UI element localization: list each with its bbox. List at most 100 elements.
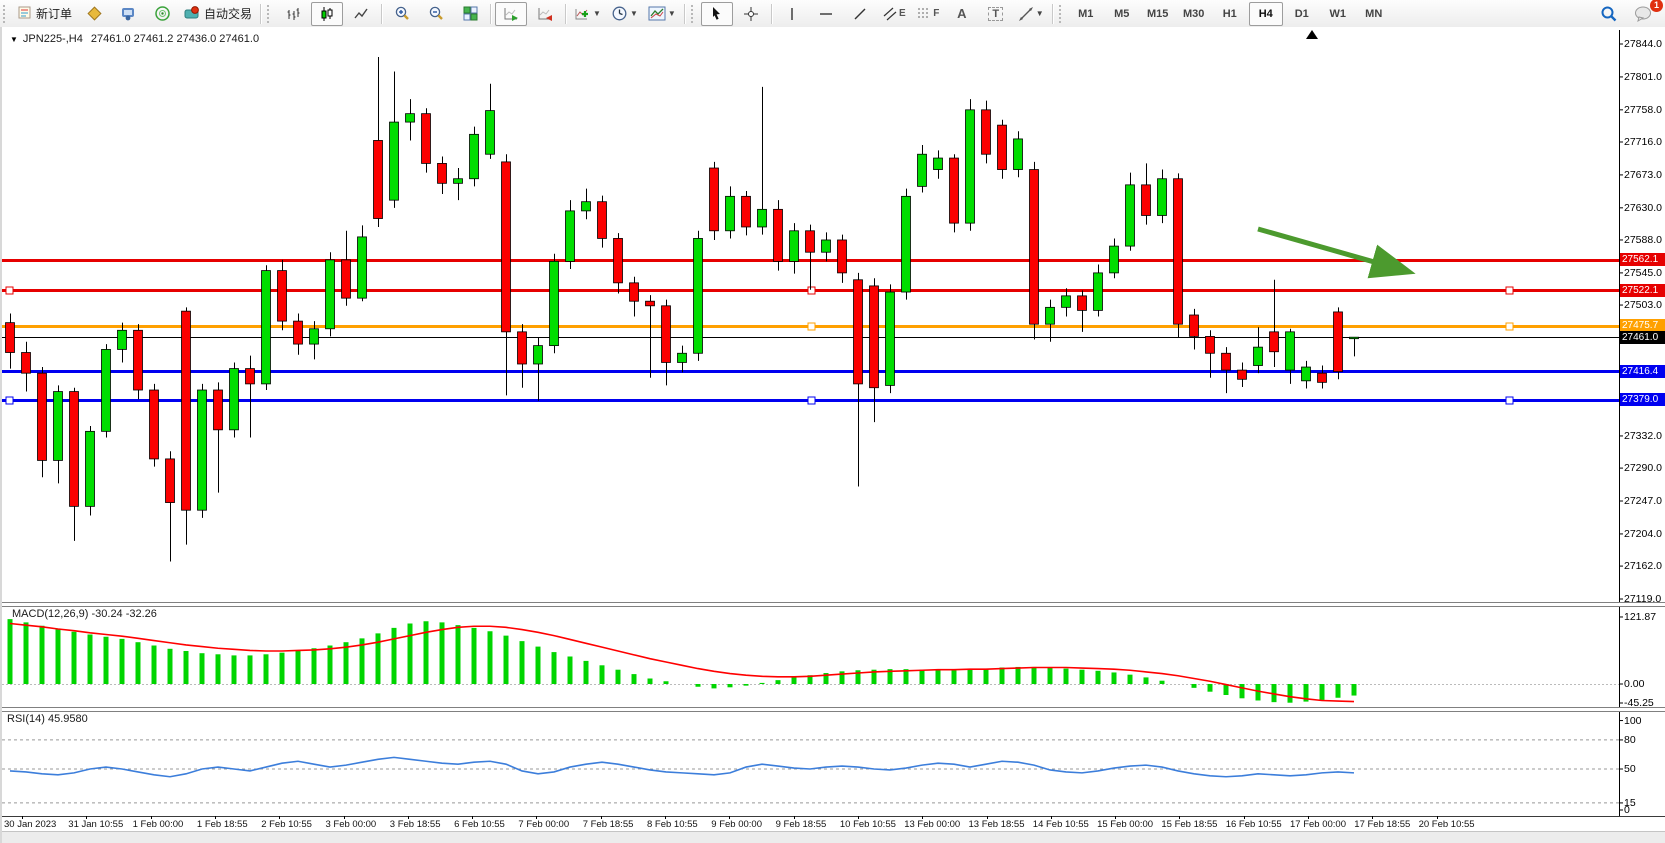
channel-icon [882, 6, 899, 22]
time-axis-label: 16 Feb 10:55 [1226, 819, 1282, 830]
timeframe-button-m5[interactable]: M5 [1105, 2, 1139, 26]
equidistant-channel-button[interactable]: E [878, 2, 910, 26]
time-axis-label: 7 Feb 00:00 [518, 819, 569, 830]
candle [1350, 337, 1359, 356]
price-axis-tick: 27503.0 [1624, 299, 1662, 311]
time-axis-tick [1115, 816, 1116, 819]
candle [774, 200, 783, 270]
line-handle[interactable] [6, 397, 13, 404]
candle [326, 252, 335, 336]
candle [470, 127, 479, 187]
timeframe-button-h4[interactable]: H4 [1249, 2, 1283, 26]
notifications-button[interactable]: 1 [1627, 2, 1659, 26]
line-handle[interactable] [808, 287, 815, 294]
cursor-button[interactable] [701, 2, 733, 26]
line-handle[interactable] [808, 397, 815, 404]
candle [358, 225, 367, 301]
candle [966, 99, 975, 231]
zoom-in-button[interactable] [386, 2, 418, 26]
trendline-button[interactable] [844, 2, 876, 26]
timeframe-button-m30[interactable]: M30 [1177, 2, 1211, 26]
templates-button[interactable]: ▼ [644, 2, 680, 26]
horizontal-line-icon [818, 7, 834, 21]
timeframe-button-mn[interactable]: MN [1357, 2, 1391, 26]
auto-scroll-button[interactable] [495, 2, 527, 26]
timeframe-button-m15[interactable]: M15 [1141, 2, 1175, 26]
market-watch-button[interactable] [78, 2, 110, 26]
candle [1174, 173, 1183, 338]
timeframe-button-m1[interactable]: M1 [1069, 2, 1103, 26]
time-axis-label: 14 Feb 10:55 [1033, 819, 1089, 830]
candle [214, 382, 223, 492]
bar-chart-button[interactable] [277, 2, 309, 26]
line-handle[interactable] [6, 287, 13, 294]
crosshair-button[interactable] [735, 2, 767, 26]
vertical-line-button[interactable] [776, 2, 808, 26]
panel-divider[interactable] [2, 707, 1665, 712]
timeframe-button-w1[interactable]: W1 [1321, 2, 1355, 26]
auto-trading-label: 自动交易 [204, 5, 252, 22]
time-axis-label: 15 Feb 00:00 [1097, 819, 1153, 830]
text-button[interactable]: A [946, 2, 978, 26]
time-axis[interactable]: 30 Jan 202331 Jan 10:551 Feb 00:001 Feb … [2, 816, 1665, 832]
periods-button[interactable]: ▼ [607, 2, 642, 26]
chart-window[interactable]: ▼JPN225-,H427461.0 27461.2 27436.0 27461… [0, 27, 1665, 843]
zoom-out-button[interactable] [420, 2, 452, 26]
tile-windows-button[interactable] [454, 2, 486, 26]
auto-trading-button[interactable]: 自动交易 [180, 2, 256, 26]
price-level-label: 27461.0 [1620, 331, 1665, 344]
separator [684, 4, 685, 24]
candle [854, 273, 863, 487]
candle [998, 120, 1007, 179]
timeframe-button-d1[interactable]: D1 [1285, 2, 1319, 26]
horizontal-line-button[interactable] [810, 2, 842, 26]
price-axis-tick: 27247.0 [1624, 495, 1662, 507]
line-handle[interactable] [1506, 397, 1513, 404]
price-axis-tick: 27588.0 [1624, 234, 1662, 246]
fibonacci-button[interactable]: F [912, 2, 944, 26]
timeframe-button-h1[interactable]: H1 [1213, 2, 1247, 26]
candle [1046, 300, 1055, 342]
line-handle[interactable] [1506, 287, 1513, 294]
arrows-button[interactable]: ▼ [1014, 2, 1048, 26]
time-axis-label: 30 Jan 2023 [4, 819, 56, 830]
chart-title: ▼JPN225-,H427461.0 27461.2 27436.0 27461… [10, 33, 259, 45]
gold-box-icon [86, 5, 103, 22]
time-axis-tick [151, 816, 152, 819]
candle [694, 231, 703, 361]
indicators-button[interactable]: ▼ [570, 2, 605, 26]
candle [1302, 361, 1311, 389]
ohlc-values: 27461.0 27461.2 27436.0 27461.0 [91, 33, 259, 45]
time-axis-label: 17 Feb 18:55 [1354, 819, 1410, 830]
price-level-label: 27562.1 [1620, 253, 1665, 266]
person-monitor-icon [120, 5, 137, 22]
text-label-button[interactable]: T [980, 2, 1012, 26]
signals-button[interactable] [146, 2, 178, 26]
line-handle[interactable] [808, 323, 815, 330]
candle [982, 101, 991, 164]
candle [1254, 327, 1263, 373]
trend-arrow-annotation[interactable] [1258, 229, 1406, 271]
candlestick-chart-button[interactable] [311, 2, 343, 26]
data-window-button[interactable] [112, 2, 144, 26]
panel-divider[interactable] [2, 602, 1665, 607]
template-icon [648, 6, 666, 21]
time-axis-label: 1 Feb 18:55 [197, 819, 248, 830]
time-axis-label: 20 Feb 10:55 [1419, 819, 1475, 830]
candle [54, 385, 63, 483]
search-button[interactable] [1593, 2, 1625, 26]
candle [278, 260, 287, 330]
collapse-icon[interactable]: ▼ [10, 35, 18, 44]
shift-chart-button[interactable] [529, 2, 561, 26]
separator [1052, 4, 1053, 24]
candle [486, 84, 495, 159]
line-handle[interactable] [1506, 323, 1513, 330]
line-chart-button[interactable] [345, 2, 377, 26]
chart-plot[interactable] [2, 27, 1665, 843]
candle [150, 384, 159, 467]
candle [1142, 163, 1151, 224]
macd-panel [2, 619, 1619, 703]
time-axis-label: 9 Feb 00:00 [711, 819, 762, 830]
time-axis-tick [1244, 816, 1245, 819]
new-order-button[interactable]: 新订单 [13, 2, 76, 26]
